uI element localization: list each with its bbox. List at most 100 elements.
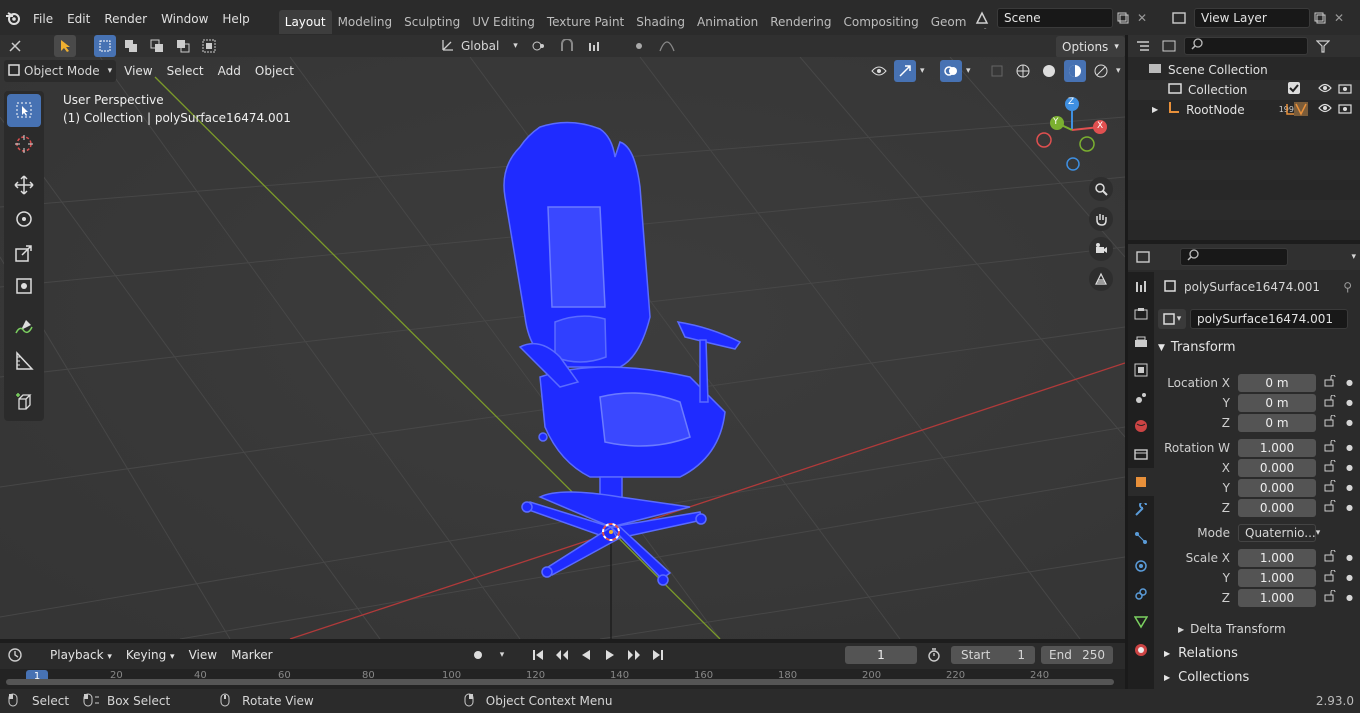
start-frame-field[interactable]: Start 1	[951, 646, 1035, 664]
auto-keying-icon[interactable]	[467, 644, 489, 666]
scene-new-icon[interactable]	[1113, 8, 1133, 28]
delta-transform-header[interactable]: ▶ Delta Transform	[1158, 618, 1356, 640]
wireframe-shading-icon[interactable]	[1012, 60, 1034, 82]
chevron-down-icon[interactable]: ▾	[1351, 252, 1356, 262]
world-tab-icon[interactable]	[1128, 412, 1154, 440]
menu-render[interactable]: Render	[97, 0, 154, 35]
collection-tab-icon[interactable]	[1128, 440, 1154, 468]
tool-tab-icon[interactable]	[1128, 272, 1154, 300]
prev-keyframe-icon[interactable]	[551, 644, 573, 666]
blender-logo-icon[interactable]	[0, 0, 26, 35]
lock-icon[interactable]	[1324, 413, 1338, 433]
eye-icon[interactable]	[1318, 80, 1332, 100]
scale-z-field[interactable]: 1.000	[1238, 589, 1316, 607]
menu-marker[interactable]: Marker	[225, 644, 278, 666]
constraints-tab-icon[interactable]	[1128, 580, 1154, 608]
menu-add[interactable]: Add	[212, 60, 247, 82]
next-keyframe-icon[interactable]	[623, 644, 645, 666]
select-tool-icon[interactable]	[54, 35, 76, 57]
move-tool-icon[interactable]	[7, 168, 41, 201]
visibility-filter-icon[interactable]	[868, 60, 890, 82]
scene-icon[interactable]	[967, 8, 997, 28]
options-dropdown[interactable]: Options ▾	[1056, 36, 1125, 58]
chevron-down-icon[interactable]: ▾	[920, 66, 936, 76]
lock-icon[interactable]	[1324, 588, 1338, 608]
scale-x-field[interactable]: 1.000	[1238, 549, 1316, 567]
select-box-tool-icon[interactable]	[7, 94, 41, 127]
checkbox-icon[interactable]	[1288, 80, 1300, 100]
eye-icon[interactable]	[1318, 100, 1332, 120]
object-tab-icon[interactable]	[1128, 468, 1154, 496]
jump-start-icon[interactable]	[527, 644, 549, 666]
select-difference-icon[interactable]	[172, 35, 194, 57]
overlays-icon[interactable]	[940, 60, 962, 82]
tab-layout[interactable]: Layout	[278, 9, 332, 34]
scale-y-field[interactable]: 1.000	[1238, 569, 1316, 587]
camera-render-icon[interactable]	[1338, 80, 1352, 100]
keyframe-dot-icon[interactable]: ●	[1346, 373, 1353, 393]
menu-view[interactable]: View	[118, 60, 158, 82]
zoom-icon[interactable]	[1089, 177, 1113, 201]
play-icon[interactable]	[599, 644, 621, 666]
view-layer-tab-icon[interactable]	[1128, 356, 1154, 384]
timeline-scrollbar[interactable]	[6, 679, 1114, 685]
material-tab-icon[interactable]	[1128, 636, 1154, 664]
cursor-tool-icon[interactable]	[7, 128, 41, 161]
location-x-field[interactable]: 0 m	[1238, 374, 1316, 392]
scene-name-field[interactable]: Scene	[997, 8, 1113, 28]
tab-rendering[interactable]: Rendering	[764, 10, 837, 34]
outliner-editor-type-icon[interactable]	[1132, 35, 1154, 57]
rotation-y-field[interactable]: 0.000	[1238, 479, 1316, 497]
rendered-shading-icon[interactable]	[1090, 60, 1112, 82]
gizmo-toggle-icon[interactable]	[894, 60, 916, 82]
add-cube-tool-icon[interactable]	[7, 385, 41, 418]
location-y-field[interactable]: 0 m	[1238, 394, 1316, 412]
tab-shading[interactable]: Shading	[630, 10, 691, 34]
menu-edit[interactable]: Edit	[60, 0, 97, 35]
view-layer-close-icon[interactable]: ✕	[1330, 8, 1348, 28]
material-shading-icon[interactable]	[1064, 60, 1086, 82]
view-layer-field[interactable]: View Layer	[1194, 8, 1310, 28]
keyframe-dot-icon[interactable]: ●	[1346, 478, 1353, 498]
play-reverse-icon[interactable]	[575, 644, 597, 666]
3d-viewport[interactable]: Z X Y User Perspective (1) Collection | …	[0, 57, 1125, 639]
end-frame-field[interactable]: End 250	[1041, 646, 1113, 664]
rotate-tool-icon[interactable]	[7, 202, 41, 235]
lock-icon[interactable]	[1324, 568, 1338, 588]
lock-icon[interactable]	[1324, 478, 1338, 498]
scene-tab-icon[interactable]	[1128, 384, 1154, 412]
pan-hand-icon[interactable]	[1089, 207, 1113, 231]
object-name-field[interactable]: polySurface16474.001	[1190, 309, 1348, 329]
stopwatch-icon[interactable]	[923, 644, 945, 666]
select-extend-icon[interactable]	[120, 35, 142, 57]
outliner-collection[interactable]: Collection	[1128, 80, 1360, 100]
select-intersect-icon[interactable]	[198, 35, 220, 57]
scene-close-icon[interactable]: ✕	[1133, 8, 1151, 28]
menu-object[interactable]: Object	[249, 60, 300, 82]
keyframe-dot-icon[interactable]: ●	[1346, 413, 1353, 433]
tab-animation[interactable]: Animation	[691, 10, 764, 34]
tab-modeling[interactable]: Modeling	[332, 10, 399, 34]
select-new-icon[interactable]	[94, 35, 116, 57]
properties-editor-type-icon[interactable]	[1132, 246, 1154, 268]
camera-render-icon[interactable]	[1338, 100, 1352, 120]
render-tab-icon[interactable]	[1128, 300, 1154, 328]
chevron-down-icon[interactable]: ▾	[491, 644, 513, 666]
rotation-mode-dropdown[interactable]: Quaternio... ▾	[1238, 524, 1320, 542]
jump-end-icon[interactable]	[647, 644, 669, 666]
keyframe-dot-icon[interactable]: ●	[1346, 548, 1353, 568]
solid-shading-icon[interactable]	[1038, 60, 1060, 82]
proportional-edit-icon[interactable]	[628, 35, 650, 57]
modifier-tab-icon[interactable]	[1128, 496, 1154, 524]
camera-icon[interactable]	[1089, 237, 1113, 261]
view-layer-new-icon[interactable]	[1310, 8, 1330, 28]
mode-dropdown[interactable]: Object Mode ▾	[4, 60, 117, 82]
pivot-icon[interactable]	[528, 35, 550, 57]
current-frame-field[interactable]: 1	[845, 646, 917, 664]
scale-tool-icon[interactable]	[7, 236, 41, 269]
ortho-grid-icon[interactable]	[1089, 267, 1113, 291]
properties-search-input[interactable]	[1180, 248, 1288, 266]
orientation-dropdown[interactable]: Global ▾	[437, 36, 522, 56]
editor-type-icon[interactable]	[4, 35, 26, 57]
menu-timeline-view[interactable]: View	[183, 644, 223, 666]
